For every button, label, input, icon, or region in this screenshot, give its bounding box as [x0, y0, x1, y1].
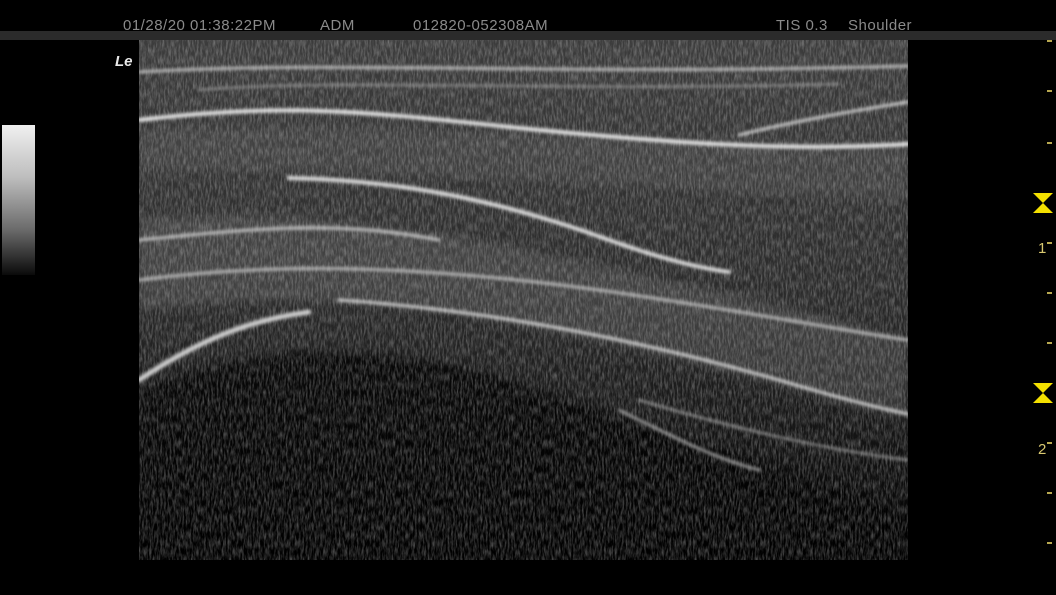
header-operator: ADM — [320, 17, 355, 34]
depth-tick — [1047, 492, 1052, 494]
depth-tick — [1047, 342, 1052, 344]
focal-zone-icon — [1033, 193, 1053, 213]
depth-label-1: 1 — [1038, 240, 1047, 257]
depth-tick — [1047, 242, 1052, 244]
header-datetime: 01/28/20 01:38:22PM — [123, 17, 276, 34]
orientation-label: Le — [115, 53, 133, 70]
header-patient-id: 012820-052308AM — [413, 17, 549, 34]
focal-zone-icon — [1033, 383, 1053, 403]
grayscale-bar — [2, 125, 35, 275]
depth-tick — [1047, 542, 1052, 544]
depth-tick — [1047, 442, 1052, 444]
header-bar: 01/28/20 01:38:22PM ADM 012820-052308AM … — [0, 0, 1056, 40]
depth-tick — [1047, 40, 1052, 42]
depth-label-2: 2 — [1038, 441, 1047, 458]
header-exam: Shoulder — [848, 17, 913, 34]
header-preset: TIS 0.3 — [776, 17, 828, 34]
depth-tick — [1047, 142, 1052, 144]
ultrasound-image — [139, 40, 908, 560]
depth-tick — [1047, 90, 1052, 92]
depth-tick — [1047, 292, 1052, 294]
